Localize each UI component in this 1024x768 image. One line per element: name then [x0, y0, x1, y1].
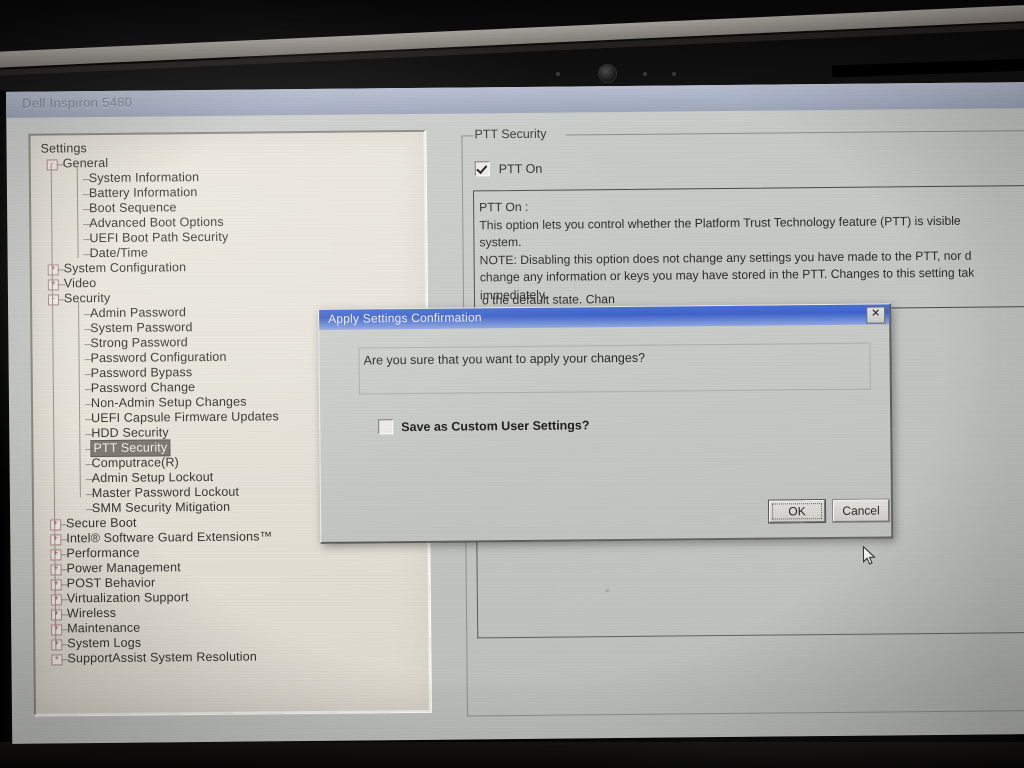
tree-item-label: Video: [63, 276, 97, 291]
tree-item-label: Computrace(R): [91, 455, 180, 471]
dialog-titlebar: Apply Settings Confirmation ✕: [319, 304, 890, 330]
webcam-sensor-left-icon: [556, 72, 560, 76]
dialog-message: Are you sure that you want to apply your…: [363, 350, 646, 368]
window-title: Dell Inspiron 5480: [22, 94, 133, 111]
groupbox-title: PTT Security: [474, 126, 547, 142]
webcam-icon: [598, 64, 617, 83]
tree-item-label: System Logs: [67, 635, 142, 651]
tree-item-label: UEFI Boot Path Security: [89, 229, 229, 246]
tree-trunk-line: [50, 164, 57, 650]
tree-item-label: UEFI Capsule Firmware Updates: [91, 409, 279, 426]
tree-item-label: Master Password Lockout: [91, 484, 240, 501]
tree-item-label: Password Configuration: [90, 349, 227, 366]
tree-item-label: Secure Boot: [66, 515, 137, 531]
tree-item-label: Intel® Software Guard Extensions™: [66, 529, 273, 546]
ptt-on-checkbox-row[interactable]: PTT On: [474, 161, 543, 177]
tree-item-label: Wireless: [66, 605, 117, 621]
tree-item-label: General: [62, 155, 109, 171]
photographed-screen: Dell Inspiron 5480 Settings - General Syste…: [0, 0, 1024, 768]
tree-item-label: HDD Security: [91, 425, 169, 441]
webcam-led-icon: [672, 72, 676, 76]
tree-item-label: PTT Security: [91, 440, 170, 457]
tree-item-label: Power Management: [66, 560, 181, 576]
ptt-on-label: PTT On: [498, 161, 543, 176]
settings-tree[interactable]: Settings - General System Information Batter…: [40, 141, 279, 667]
tree-item-label: Non-Admin Setup Changes: [90, 394, 247, 411]
tree-item-label: Strong Password: [90, 335, 188, 351]
webcam-sensor-right-icon: [643, 72, 647, 76]
tree-item-label: Admin Setup Lockout: [91, 469, 214, 486]
tree-item-label: Battery Information: [88, 185, 198, 201]
tree-item-label: System Password: [90, 320, 193, 336]
tree-item-label: System Information: [88, 170, 200, 186]
tree-item-label: Password Bypass: [90, 365, 193, 381]
tree-branch-line-general: [76, 166, 79, 259]
dialog-cancel-button[interactable]: Cancel: [832, 499, 890, 522]
screen-dust-speck: [605, 589, 609, 593]
tree-item-label: SupportAssist System Resolution: [67, 649, 257, 666]
tree-item-label: Boot Sequence: [89, 200, 177, 216]
mouse-cursor-icon: [862, 545, 876, 565]
tree-item-label: Maintenance: [67, 620, 141, 636]
tree-item-label: Performance: [66, 545, 140, 561]
focus-ring: [771, 503, 823, 520]
ptt-on-checkbox[interactable]: [474, 161, 490, 177]
save-custom-settings-row[interactable]: Save as Custom User Settings?: [378, 417, 590, 435]
dialog-title: Apply Settings Confirmation: [328, 310, 482, 326]
tree-item-label: SMM Security Mitigation: [91, 499, 231, 516]
close-icon[interactable]: ✕: [866, 306, 886, 324]
settings-root-text: Settings: [40, 141, 87, 156]
tree-branch-line-security: [78, 301, 81, 498]
tree-item-label: POST Behavior: [66, 575, 156, 591]
groupbox-border-left: [461, 135, 474, 137]
tree-item-label: Advanced Boot Options: [89, 214, 224, 231]
dialog-ok-button[interactable]: OK: [768, 500, 826, 523]
tree-item-label: Password Change: [90, 380, 196, 396]
tree-item-label: System Configuration: [63, 260, 187, 276]
save-custom-settings-checkbox[interactable]: [378, 419, 394, 435]
tree-item-label: Virtualization Support: [66, 590, 189, 606]
tree-item-label: Security: [63, 290, 111, 306]
tree-item-label: Admin Password: [90, 305, 187, 321]
apply-settings-confirmation-dialog[interactable]: Apply Settings Confirmation ✕ Are you su…: [318, 303, 894, 544]
bios-setup-screen: Dell Inspiron 5480 Settings - General Syste…: [5, 82, 1024, 744]
tree-item-label: Date/Time: [89, 245, 149, 261]
save-custom-settings-label: Save as Custom User Settings?: [401, 417, 590, 434]
